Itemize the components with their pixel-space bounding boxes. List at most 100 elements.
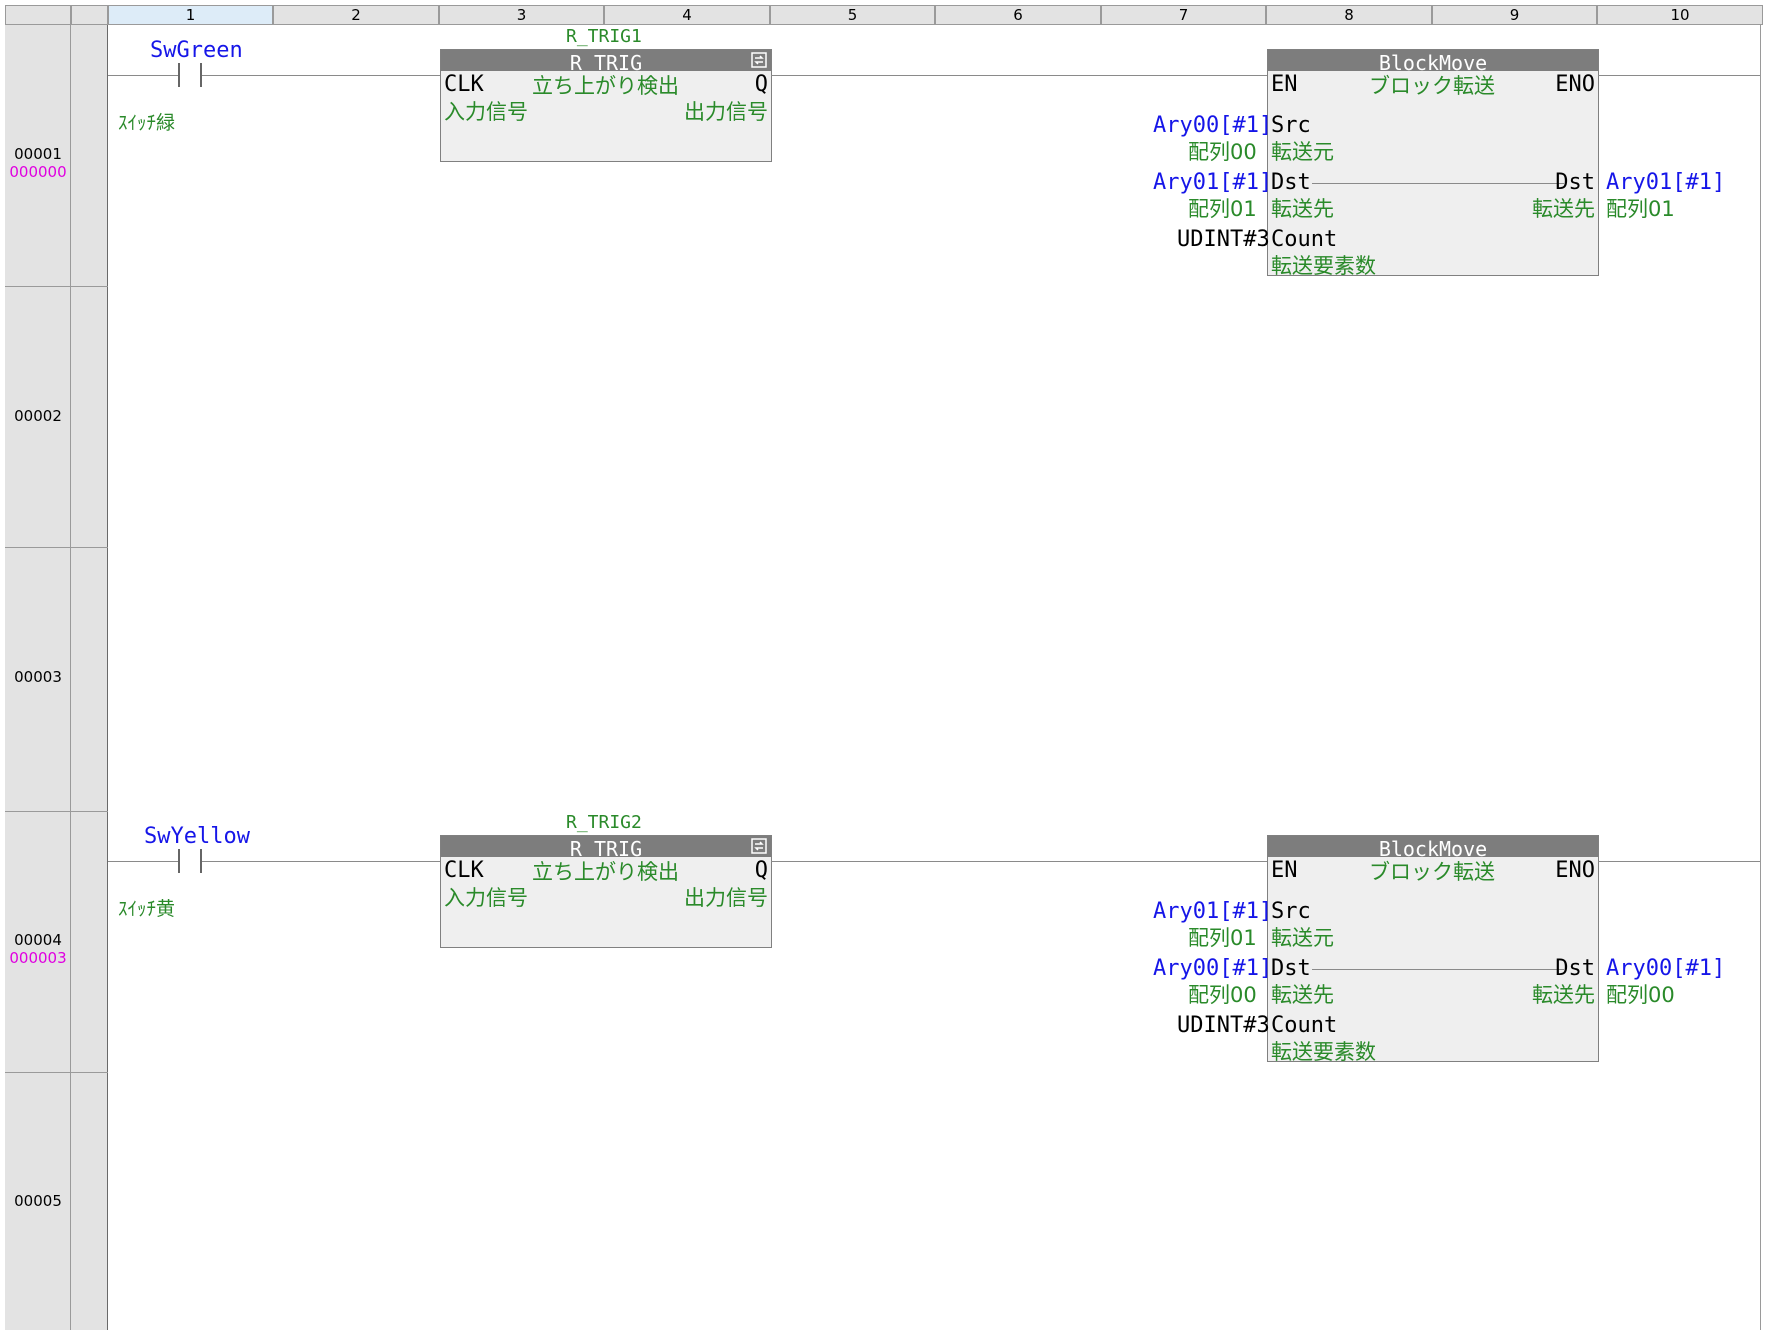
pin-clk-comment: 入力信号 — [444, 886, 528, 910]
pin-eno: ENO — [1555, 858, 1595, 883]
column-header-1[interactable]: 1 — [108, 5, 273, 25]
pin-dst-comment: 転送先 — [1271, 197, 1334, 221]
fb-type-label: R_TRIG — [441, 50, 771, 71]
pin-src-comment: 転送元 — [1271, 140, 1334, 164]
pin-en: EN — [1271, 858, 1298, 883]
pin-clk: CLK — [444, 72, 484, 97]
fb-comment: 立ち上がり検出 — [532, 74, 679, 98]
fb-type-label: BlockMove — [1268, 50, 1598, 71]
column-header-8[interactable]: 8 — [1266, 5, 1432, 25]
row-number-00004[interactable]: 00004 — [5, 931, 71, 949]
wire — [108, 75, 178, 76]
pin-clk: CLK — [444, 858, 484, 883]
contact-left-bar — [178, 849, 180, 873]
pin-q-comment: 出力信号 — [684, 886, 768, 910]
dst-out-variable-comment: 配列01 — [1606, 197, 1675, 221]
column-header-10[interactable]: 10 — [1597, 5, 1763, 25]
dst-out-variable-comment: 配列00 — [1606, 983, 1675, 1007]
instance-icon — [751, 838, 767, 854]
pin-q: Q — [754, 858, 768, 883]
pin-src: Src — [1271, 899, 1311, 924]
src-variable-comment: 配列01 — [1188, 926, 1257, 950]
dst-out-variable[interactable]: Ary00[#1] — [1606, 956, 1725, 981]
pin-dst-comment: 転送先 — [1271, 983, 1334, 1007]
r-trig-block[interactable]: R_TRIG CLK 立ち上がり検出 Q 入力信号 出力信号 — [440, 835, 772, 948]
wire — [771, 861, 1267, 862]
right-power-rail — [1760, 25, 1761, 1330]
contact-comment: ｽｲｯﾁ緑 — [118, 112, 176, 134]
fb-comment: ブロック転送 — [1369, 74, 1495, 98]
row-separator — [5, 547, 108, 548]
column-header-2[interactable]: 2 — [273, 5, 439, 25]
ladder-editor: 1 2 3 4 5 6 7 8 9 10 00001 000000 00002 … — [0, 0, 1768, 1330]
pin-count-comment: 転送要素数 — [1271, 254, 1376, 278]
column-header-9[interactable]: 9 — [1432, 5, 1597, 25]
pin-dst-out-comment: 転送先 — [1532, 197, 1595, 221]
pin-src: Src — [1271, 113, 1311, 138]
count-constant[interactable]: UDINT#3 — [1177, 1013, 1270, 1038]
column-header-3[interactable]: 3 — [439, 5, 604, 25]
fb-type-label: R_TRIG — [441, 836, 771, 857]
pin-clk-comment: 入力信号 — [444, 100, 528, 124]
row-separator — [5, 1072, 108, 1073]
blockmove-block[interactable]: BlockMove EN ブロック転送 ENO Src 転送元 Dst 転送先 … — [1267, 835, 1599, 1064]
row-step-00004: 000003 — [9, 949, 67, 967]
src-variable[interactable]: Ary01[#1] — [1153, 899, 1272, 924]
dst-variable-comment: 配列01 — [1188, 197, 1257, 221]
row-step-00001: 000000 — [9, 163, 67, 181]
column-header-4[interactable]: 4 — [604, 5, 770, 25]
pin-dst-out: Dst — [1555, 956, 1595, 981]
wire — [202, 861, 440, 862]
pin-dst-out-comment: 転送先 — [1532, 983, 1595, 1007]
pin-count: Count — [1271, 1013, 1338, 1038]
dst-passthrough-line — [1312, 183, 1564, 184]
fb-comment: 立ち上がり検出 — [532, 860, 679, 884]
row-number-00002[interactable]: 00002 — [5, 407, 71, 425]
dst-out-variable[interactable]: Ary01[#1] — [1606, 170, 1725, 195]
column-header-6[interactable]: 6 — [935, 5, 1101, 25]
contact-left-bar — [178, 63, 180, 87]
count-constant[interactable]: UDINT#3 — [1177, 227, 1270, 252]
pin-eno: ENO — [1555, 72, 1595, 97]
wire — [1598, 861, 1760, 862]
dst-passthrough-line — [1312, 969, 1564, 970]
row-separator — [5, 286, 108, 287]
pin-src-comment: 転送元 — [1271, 926, 1334, 950]
fb-instance-name[interactable]: R_TRIG1 — [566, 26, 642, 47]
wire — [202, 75, 440, 76]
row-separator — [5, 811, 108, 812]
pin-q-comment: 出力信号 — [684, 100, 768, 124]
pin-dst: Dst — [1271, 956, 1311, 981]
src-variable[interactable]: Ary00[#1] — [1153, 113, 1272, 138]
wire — [108, 861, 178, 862]
contact-variable[interactable]: SwGreen — [150, 38, 243, 63]
column-header-7[interactable]: 7 — [1101, 5, 1266, 25]
header-corner — [5, 5, 71, 25]
dst-variable[interactable]: Ary01[#1] — [1153, 170, 1272, 195]
r-trig-block[interactable]: R_TRIG CLK 立ち上がり検出 Q 入力信号 出力信号 — [440, 49, 772, 162]
fb-type-label: BlockMove — [1268, 836, 1598, 857]
instance-icon — [751, 52, 767, 68]
fb-instance-name[interactable]: R_TRIG2 — [566, 812, 642, 833]
blockmove-block[interactable]: BlockMove EN ブロック転送 ENO Src 転送元 Dst 転送先 … — [1267, 49, 1599, 278]
pin-dst-out: Dst — [1555, 170, 1595, 195]
contact-variable[interactable]: SwYellow — [144, 824, 250, 849]
contact-comment: ｽｲｯﾁ黄 — [118, 898, 176, 920]
row-number-00001[interactable]: 00001 — [5, 145, 71, 163]
pin-en: EN — [1271, 72, 1298, 97]
src-variable-comment: 配列00 — [1188, 140, 1257, 164]
wire — [771, 75, 1267, 76]
pin-count-comment: 転送要素数 — [1271, 1040, 1376, 1064]
row-number-00003[interactable]: 00003 — [5, 668, 71, 686]
row-number-00005[interactable]: 00005 — [5, 1192, 71, 1210]
pin-dst: Dst — [1271, 170, 1311, 195]
header-corner-2 — [71, 5, 108, 25]
dst-variable[interactable]: Ary00[#1] — [1153, 956, 1272, 981]
dst-variable-comment: 配列00 — [1188, 983, 1257, 1007]
fb-comment: ブロック転送 — [1369, 860, 1495, 884]
pin-q: Q — [754, 72, 768, 97]
left-power-rail — [71, 25, 108, 1330]
wire — [1598, 75, 1760, 76]
column-header-5[interactable]: 5 — [770, 5, 935, 25]
pin-count: Count — [1271, 227, 1338, 252]
